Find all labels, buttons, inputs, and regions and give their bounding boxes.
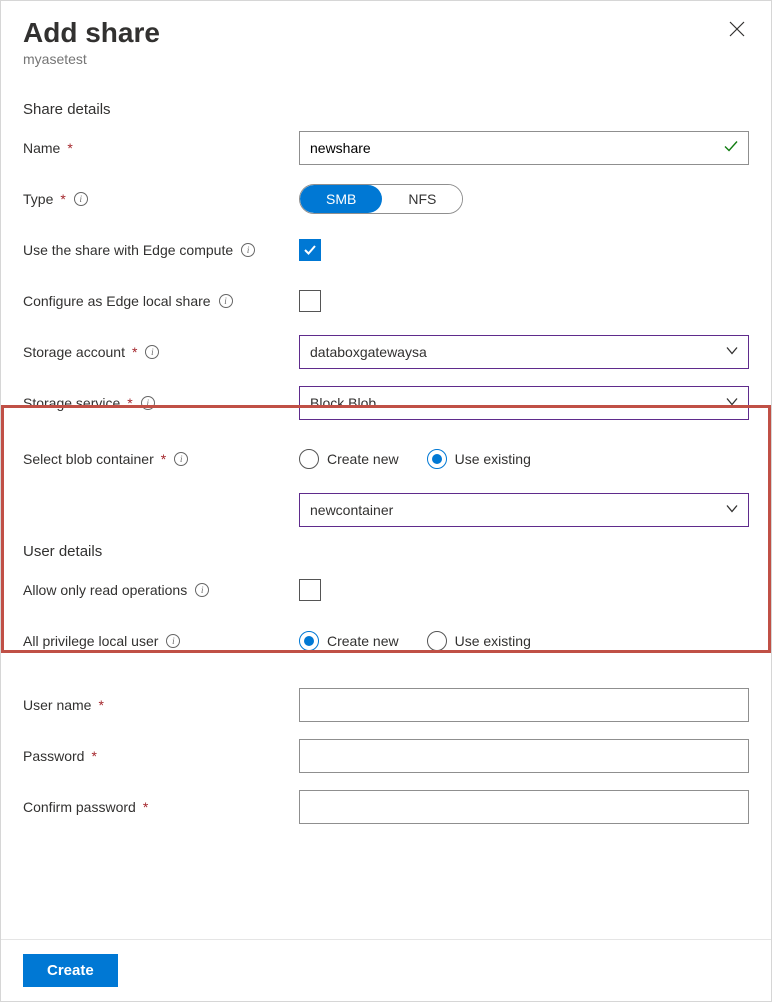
type-label: Type bbox=[23, 191, 53, 207]
info-icon[interactable]: i bbox=[74, 192, 88, 206]
username-label: User name bbox=[23, 697, 91, 713]
required-mark: * bbox=[127, 395, 132, 411]
privilege-user-radio-group: Create new Use existing bbox=[299, 631, 531, 651]
radio-label: Use existing bbox=[455, 633, 531, 649]
local-share-label: Configure as Edge local share bbox=[23, 293, 211, 309]
required-mark: * bbox=[60, 191, 65, 207]
info-icon[interactable]: i bbox=[195, 583, 209, 597]
confirm-password-label: Confirm password bbox=[23, 799, 136, 815]
password-label: Password bbox=[23, 748, 84, 764]
blob-create-new-radio[interactable]: Create new bbox=[299, 449, 399, 469]
close-button[interactable] bbox=[725, 17, 749, 44]
required-mark: * bbox=[132, 344, 137, 360]
required-mark: * bbox=[161, 451, 166, 467]
privilege-user-label: All privilege local user bbox=[23, 633, 158, 649]
required-mark: * bbox=[143, 799, 148, 815]
radio-label: Create new bbox=[327, 451, 399, 467]
valid-check-icon bbox=[723, 139, 739, 158]
checkmark-icon bbox=[303, 243, 317, 257]
info-icon[interactable]: i bbox=[141, 396, 155, 410]
info-icon[interactable]: i bbox=[145, 345, 159, 359]
required-mark: * bbox=[67, 140, 72, 156]
edge-compute-checkbox[interactable] bbox=[299, 239, 321, 261]
local-share-checkbox[interactable] bbox=[299, 290, 321, 312]
type-toggle[interactable]: SMB NFS bbox=[299, 184, 463, 214]
read-only-checkbox[interactable] bbox=[299, 579, 321, 601]
share-details-heading: Share details bbox=[23, 101, 749, 118]
storage-service-select[interactable]: Block Blob bbox=[299, 386, 749, 420]
storage-service-label: Storage service bbox=[23, 395, 120, 411]
edge-compute-label: Use the share with Edge compute bbox=[23, 242, 233, 258]
name-input[interactable] bbox=[299, 131, 749, 165]
user-create-new-radio[interactable]: Create new bbox=[299, 631, 399, 651]
blob-container-label: Select blob container bbox=[23, 451, 154, 467]
confirm-password-input[interactable] bbox=[299, 790, 749, 824]
storage-account-label: Storage account bbox=[23, 344, 125, 360]
username-input[interactable] bbox=[299, 688, 749, 722]
blob-container-select[interactable]: newcontainer bbox=[299, 493, 749, 527]
password-input[interactable] bbox=[299, 739, 749, 773]
read-only-label: Allow only read operations bbox=[23, 582, 187, 598]
type-smb-option[interactable]: SMB bbox=[300, 185, 382, 213]
type-nfs-option[interactable]: NFS bbox=[382, 185, 462, 213]
user-details-heading: User details bbox=[23, 543, 749, 560]
radio-label: Create new bbox=[327, 633, 399, 649]
required-mark: * bbox=[91, 748, 96, 764]
required-mark: * bbox=[98, 697, 103, 713]
user-use-existing-radio[interactable]: Use existing bbox=[427, 631, 531, 651]
info-icon[interactable]: i bbox=[166, 634, 180, 648]
close-icon bbox=[729, 21, 745, 37]
name-label: Name bbox=[23, 140, 60, 156]
blob-container-radio-group: Create new Use existing bbox=[299, 449, 531, 469]
storage-account-select[interactable]: databoxgatewaysa bbox=[299, 335, 749, 369]
create-button[interactable]: Create bbox=[23, 954, 118, 987]
info-icon[interactable]: i bbox=[241, 243, 255, 257]
info-icon[interactable]: i bbox=[219, 294, 233, 308]
page-title: Add share bbox=[23, 17, 160, 49]
resource-subtitle: myasetest bbox=[23, 51, 160, 67]
radio-label: Use existing bbox=[455, 451, 531, 467]
blob-use-existing-radio[interactable]: Use existing bbox=[427, 449, 531, 469]
info-icon[interactable]: i bbox=[174, 452, 188, 466]
